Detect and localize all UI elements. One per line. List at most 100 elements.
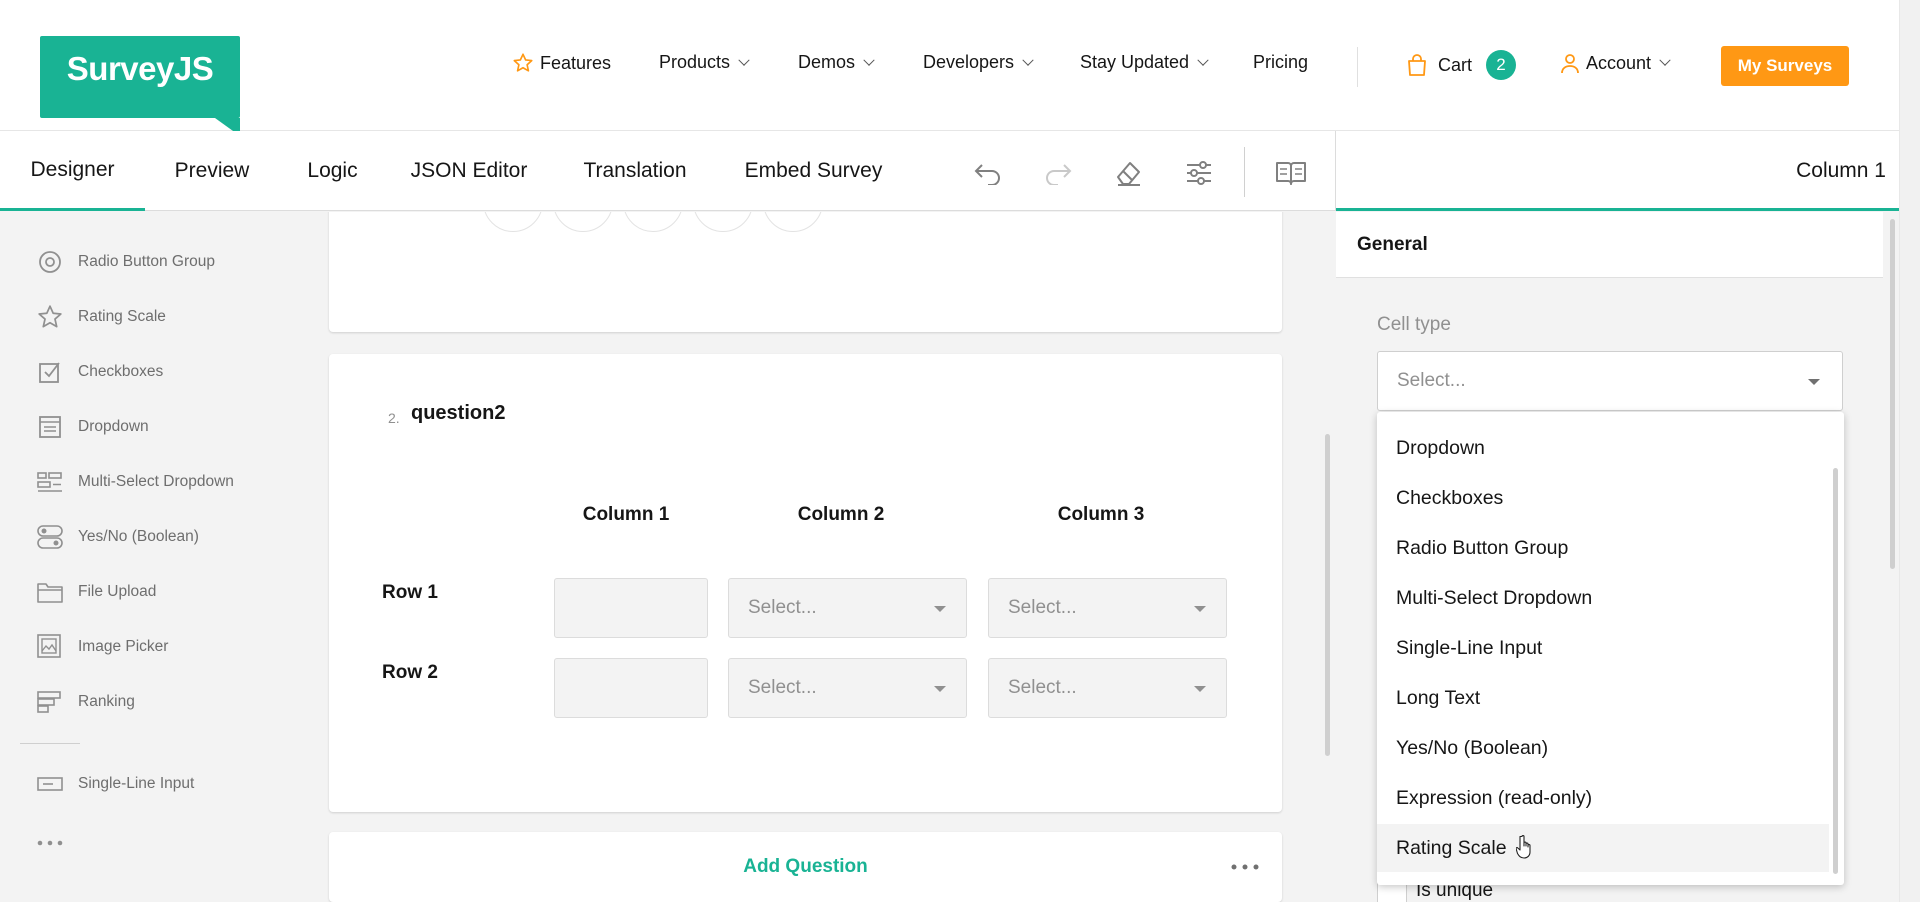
more-horizontal-icon xyxy=(37,840,63,846)
image-icon xyxy=(36,633,64,661)
toolbox-separator xyxy=(20,743,80,744)
select-placeholder: Select... xyxy=(748,677,817,698)
nav-pricing[interactable]: Pricing xyxy=(1253,52,1308,73)
toolbox-item-file-upload[interactable]: File Upload xyxy=(36,577,156,607)
dropdown-option[interactable]: Yes/No (Boolean) xyxy=(1377,724,1829,772)
radio-icon xyxy=(36,248,64,276)
boolean-icon xyxy=(36,523,64,551)
question-title[interactable]: question2 xyxy=(411,402,505,425)
eraser-icon xyxy=(1117,162,1140,186)
add-question-bar: Add Question xyxy=(329,832,1282,902)
surface-scrollbar[interactable] xyxy=(1325,434,1330,756)
chevron-down-icon xyxy=(934,606,946,612)
chevron-down-icon xyxy=(934,686,946,692)
matrix-row-header[interactable]: Row 2 xyxy=(382,662,438,684)
dropdown-option[interactable]: Checkboxes xyxy=(1377,474,1829,522)
nav-developers-label: Developers xyxy=(923,52,1015,72)
tab-embed-survey[interactable]: Embed Survey xyxy=(718,131,909,211)
cell-type-select[interactable]: Select... xyxy=(1377,351,1843,411)
cell-type-dropdown-popup: Dropdown Checkboxes Radio Button Group M… xyxy=(1377,412,1844,885)
chevron-down-icon xyxy=(863,54,875,66)
add-question-button[interactable]: Add Question xyxy=(329,832,1282,902)
toolbox-item-multi-select-dropdown[interactable]: Multi-Select Dropdown xyxy=(36,467,234,497)
site-header: SurveyJS Features Products Demos Develop… xyxy=(0,0,1899,136)
toggle-properties-button[interactable] xyxy=(1274,156,1308,190)
nav-products-label: Products xyxy=(659,52,731,72)
rating-item[interactable] xyxy=(693,212,753,232)
dropdown-option[interactable]: Long Text xyxy=(1377,674,1829,722)
surveyjs-logo[interactable]: SurveyJS xyxy=(40,36,240,136)
toolbox-more-button[interactable] xyxy=(36,833,64,853)
rating-item[interactable] xyxy=(623,212,683,232)
matrix-cell-select[interactable]: Select... xyxy=(728,658,967,718)
general-section-header[interactable]: General xyxy=(1336,212,1883,278)
property-grid-underline xyxy=(1336,208,1899,211)
matrix-cell-select[interactable]: Select... xyxy=(988,658,1227,718)
my-surveys-button[interactable]: My Surveys xyxy=(1721,46,1849,86)
matrix-column-header[interactable]: Column 1 xyxy=(549,504,703,526)
dropdown-option[interactable]: Multi-Select Dropdown xyxy=(1377,574,1829,622)
matrix-cell-input[interactable] xyxy=(554,658,708,718)
toolbox-item-checkboxes[interactable]: Checkboxes xyxy=(36,357,163,387)
nav-stay-updated[interactable]: Stay Updated xyxy=(1080,52,1209,73)
rating-item[interactable] xyxy=(553,212,613,232)
property-grid-scrollbar[interactable] xyxy=(1890,219,1895,569)
dropdown-option[interactable]: Single-Line Input xyxy=(1377,624,1829,672)
dropdown-option[interactable]: Dropdown xyxy=(1377,424,1829,472)
tab-json-editor[interactable]: JSON Editor xyxy=(386,131,552,211)
nav-developers[interactable]: Developers xyxy=(923,52,1034,73)
redo-button[interactable] xyxy=(1041,156,1075,190)
toolbox-item-image-picker[interactable]: Image Picker xyxy=(36,632,168,662)
nav-products[interactable]: Products xyxy=(659,52,750,73)
creator-toolbar: Designer Preview Logic JSON Editor Trans… xyxy=(0,131,1899,211)
matrix-row-header[interactable]: Row 1 xyxy=(382,582,438,604)
matrix-cell-select[interactable]: Select... xyxy=(728,578,967,638)
rating-item[interactable] xyxy=(763,212,823,232)
settings-button[interactable] xyxy=(1182,156,1216,190)
page-scrollbar[interactable] xyxy=(1899,0,1920,902)
nav-features-label: Features xyxy=(540,52,612,73)
matrix-cell-input[interactable] xyxy=(554,578,708,638)
nav-demos[interactable]: Demos xyxy=(798,52,875,73)
ranking-icon xyxy=(36,688,64,716)
question2-card[interactable]: 2. question2 Column 1 Column 2 Column 3 … xyxy=(329,354,1282,812)
nav-cart[interactable]: Cart 2 xyxy=(1406,50,1517,80)
user-icon xyxy=(1561,54,1579,74)
rating-item[interactable] xyxy=(483,212,543,232)
tab-translation[interactable]: Translation xyxy=(552,131,718,211)
toolbox-item-rating-scale[interactable]: Rating Scale xyxy=(36,302,166,332)
matrix-cell-select[interactable]: Select... xyxy=(988,578,1227,638)
dropdown-option[interactable]: Radio Button Group xyxy=(1377,524,1829,572)
toolbar-divider xyxy=(1244,147,1245,197)
star-icon xyxy=(36,303,64,331)
tab-preview[interactable]: Preview xyxy=(145,131,279,211)
matrix-column-header[interactable]: Column 2 xyxy=(722,504,960,526)
dropdown-icon xyxy=(36,413,64,441)
nav-demos-label: Demos xyxy=(798,52,856,72)
nav-account[interactable]: Account xyxy=(1560,52,1671,74)
clear-survey-button[interactable] xyxy=(1112,156,1146,190)
toolbox-item-label: Image Picker xyxy=(78,638,169,655)
toolbox-item-radio-button-group[interactable]: Radio Button Group xyxy=(36,247,215,277)
question1-card[interactable] xyxy=(329,212,1282,332)
dropdown-option[interactable]: Expression (read-only) xyxy=(1377,774,1829,822)
question-type-menu-button[interactable] xyxy=(1230,857,1260,877)
undo-button[interactable] xyxy=(971,156,1005,190)
toolbox-item-boolean[interactable]: Yes/No (Boolean) xyxy=(36,522,199,552)
logo-text: SurveyJS xyxy=(66,50,214,87)
hand-pointer-cursor-icon xyxy=(1516,835,1531,859)
dropdown-option-hovered[interactable]: Rating Scale xyxy=(1377,824,1829,872)
chevron-down-icon xyxy=(1659,54,1671,66)
tab-designer[interactable]: Designer xyxy=(0,131,145,211)
text-input-icon xyxy=(36,770,64,798)
toolbox-item-dropdown[interactable]: Dropdown xyxy=(36,412,149,442)
nav-features[interactable]: Features xyxy=(512,52,611,74)
tab-logic[interactable]: Logic xyxy=(279,131,386,211)
toolbox-item-label: Ranking xyxy=(78,693,135,710)
toolbox-item-ranking[interactable]: Ranking xyxy=(36,687,135,717)
toolbox-item-single-line-input[interactable]: Single-Line Input xyxy=(36,769,194,799)
nav-stay-updated-label: Stay Updated xyxy=(1080,52,1190,72)
matrix-column-header[interactable]: Column 3 xyxy=(982,504,1220,526)
dropdown-scrollbar[interactable] xyxy=(1833,468,1838,874)
cell-type-label: Cell type xyxy=(1377,314,1451,335)
